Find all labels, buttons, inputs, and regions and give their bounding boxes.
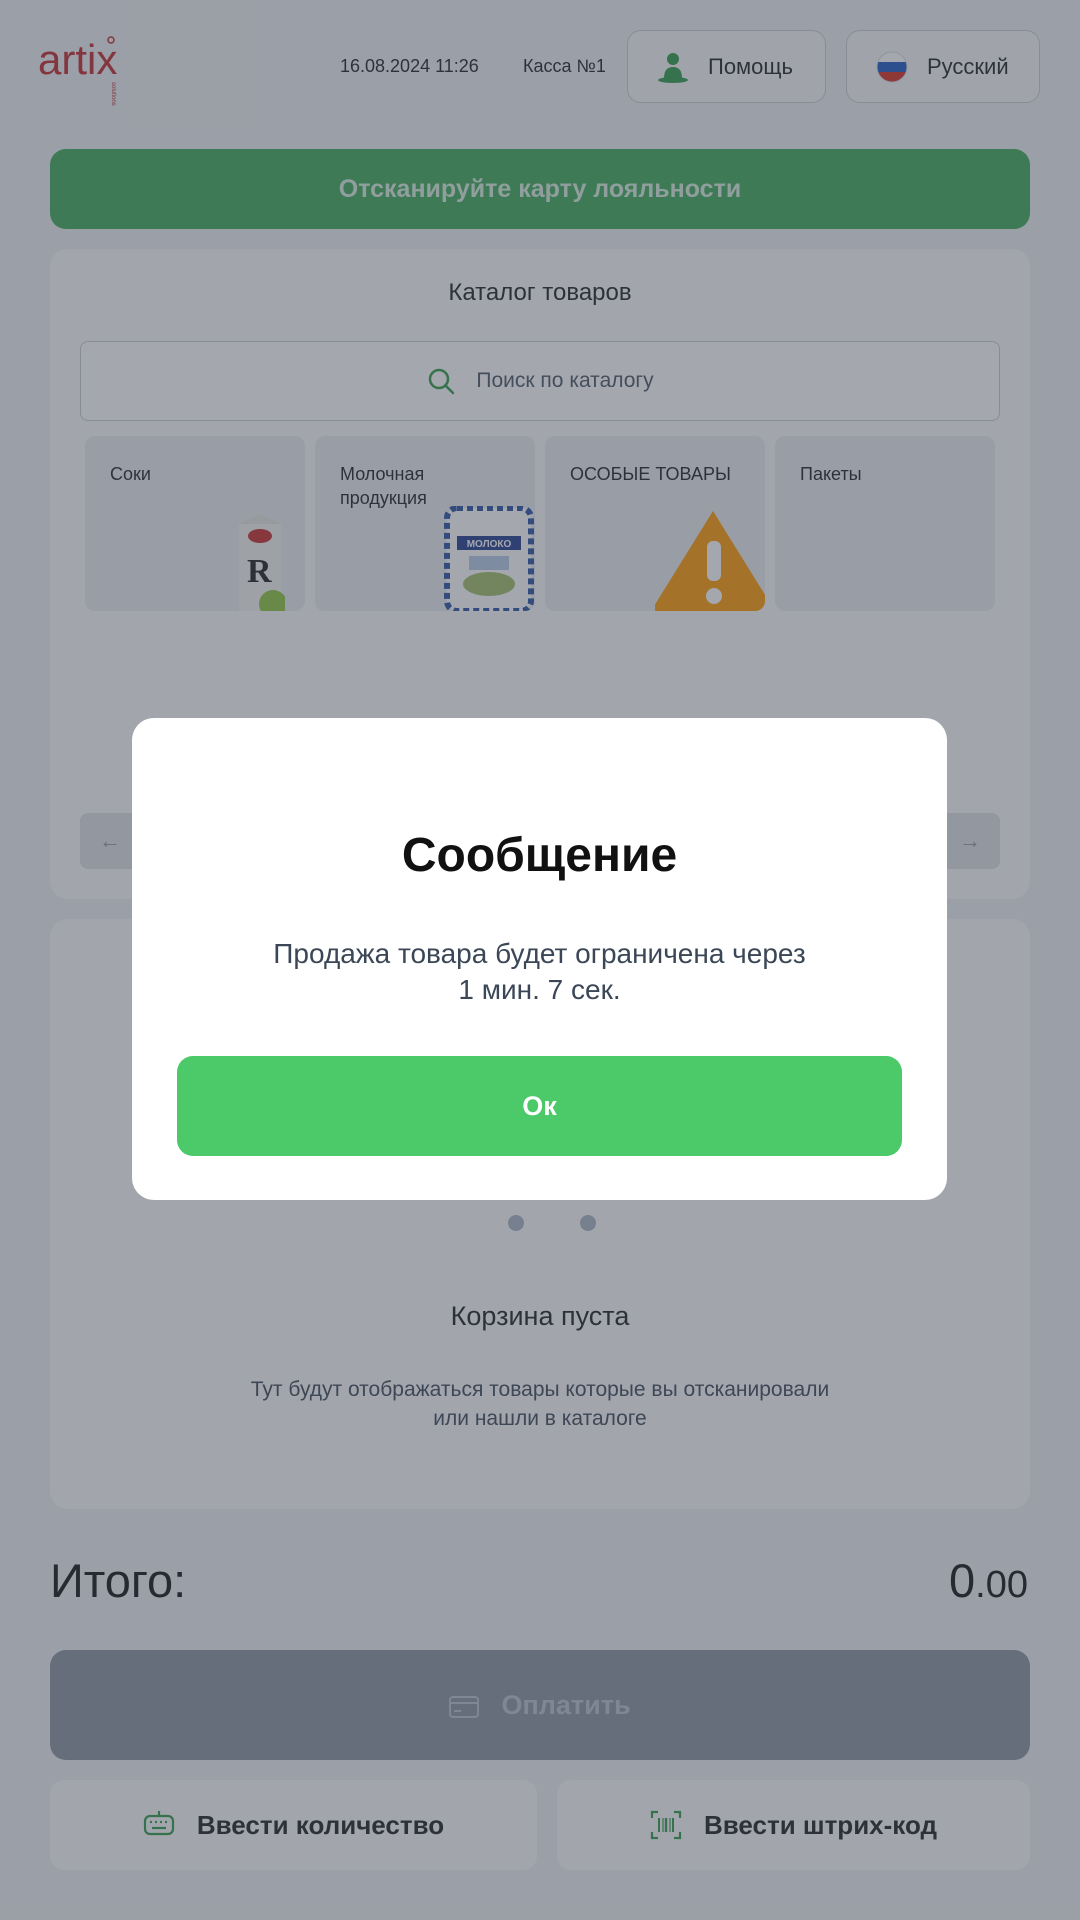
ok-label: Ок	[522, 1090, 557, 1121]
dialog-countdown: 1 мин. 7 сек.	[458, 974, 621, 1005]
message-dialog: Сообщение Продажа товара будет ограничен…	[132, 718, 947, 1200]
dialog-message-line: Продажа товара будет ограничена через	[273, 938, 806, 969]
dialog-title: Сообщение	[401, 829, 678, 882]
dialog-message: Продажа товара будет ограничена через 1 …	[172, 936, 907, 1008]
ok-button[interactable]: Ок	[177, 1056, 902, 1156]
